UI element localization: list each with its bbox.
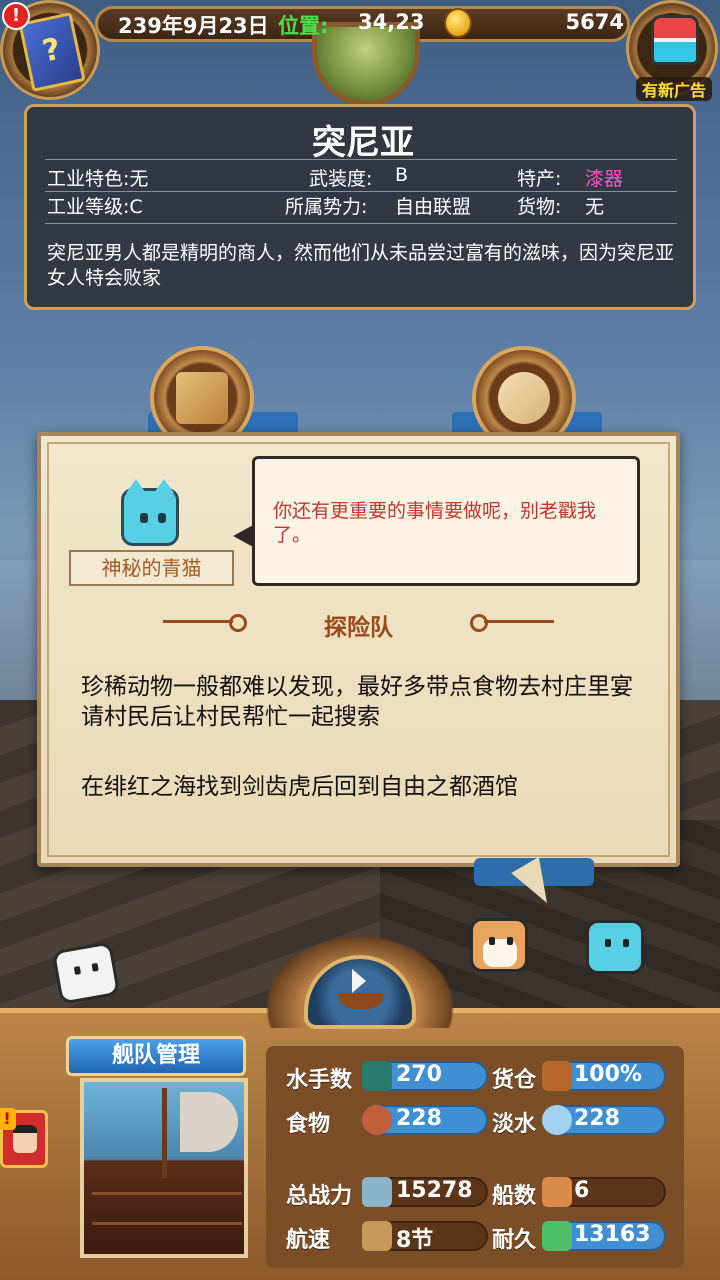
- pet-eye: [91, 962, 99, 972]
- divider: [45, 159, 677, 160]
- industry-level-value: C: [129, 196, 143, 218]
- cargo-crate-icon: [542, 1061, 572, 1091]
- specialty-label: 特产:: [517, 168, 562, 190]
- position-value: 34,23: [358, 10, 425, 34]
- blue-cat-pet[interactable]: [586, 920, 644, 974]
- speed-value: 8节: [396, 1228, 434, 1253]
- scroll-icon: [498, 372, 550, 424]
- speech-text: 你还有更重要的事情要做呢，别老戳我了。: [273, 500, 597, 546]
- food-value: 228: [396, 1106, 442, 1131]
- industry-feature-value: 无: [129, 168, 149, 190]
- industry-level: 工业等级:C: [47, 192, 143, 219]
- city-info-panel: 突尼亚 工业特色:无 武装度: B 特产: 漆器 工业等级:C 所属势力: 自由…: [24, 104, 696, 310]
- ship-count-icon: [542, 1177, 572, 1207]
- alert-icon: !: [2, 2, 30, 30]
- captain-face-icon: [13, 1125, 37, 1153]
- book-icon: ?: [18, 12, 86, 92]
- mission-title: 探险队: [324, 615, 393, 641]
- water-jug-icon: [542, 1105, 572, 1135]
- cat-eye: [158, 513, 166, 523]
- white-pet[interactable]: [51, 941, 121, 1005]
- faction-value: 自由联盟: [395, 196, 472, 218]
- pet-eye: [605, 939, 611, 947]
- sailboat-speed-icon: [362, 1221, 392, 1251]
- combat-power-value: 15278: [396, 1178, 473, 1203]
- mission-objective: 在绯红之海找到剑齿虎后回到自由之都酒馆: [81, 774, 518, 800]
- industry-level-label: 工业等级:: [47, 196, 130, 218]
- ship-count-value: 6: [574, 1178, 590, 1203]
- pet-eye: [623, 939, 629, 947]
- title-flourish-right: [470, 614, 554, 632]
- boat-icon: [338, 993, 384, 1009]
- fleet-management-title[interactable]: 舰队管理: [66, 1036, 246, 1076]
- water-value: 228: [574, 1106, 620, 1131]
- sailor-icon: [362, 1061, 392, 1091]
- goods-label: 货物:: [517, 196, 562, 218]
- fleet-ship-image[interactable]: [80, 1078, 248, 1258]
- cargo-label: 货仓: [492, 1068, 537, 1093]
- ship-count-label: 船数: [492, 1184, 537, 1209]
- shiba-dog-pet[interactable]: [470, 918, 528, 972]
- position-label: 位置:: [278, 14, 329, 38]
- city-description: 突尼亚男人都是精明的商人，然而他们从未品尝过富有的滋味，因为突尼亚女人特会败家: [47, 242, 675, 289]
- combat-power-label: 总战力: [286, 1184, 353, 1209]
- sailors-label: 水手数: [286, 1068, 353, 1093]
- industry-feature-label: 工业特色:: [47, 168, 130, 190]
- speed-label: 航速: [286, 1228, 331, 1253]
- speech-bubble: 你还有更重要的事情要做呢，别老戳我了。: [252, 456, 640, 586]
- ad-label[interactable]: 有新广告: [636, 77, 712, 101]
- pet-eye: [507, 937, 513, 945]
- food-label: 食物: [286, 1112, 331, 1137]
- cat-eye: [140, 513, 148, 523]
- divider: [45, 223, 677, 224]
- mission-hint: 珍稀动物一般都难以发现，最好多带点食物去村庄里宴请村民后让村民帮忙一起搜索: [81, 674, 633, 730]
- npc-dialog[interactable]: 神秘的青猫 你还有更重要的事情要做呢，别老戳我了。 探险队 珍稀动物一般都难以发…: [37, 432, 680, 867]
- industry-feature: 工业特色:无: [47, 164, 148, 191]
- pet-eye: [73, 965, 82, 975]
- anchor-durability-icon: [542, 1221, 572, 1251]
- pet-eye: [489, 937, 495, 945]
- gold-coin-icon: [444, 8, 472, 38]
- water-label: 淡水: [492, 1112, 537, 1137]
- ship-sail: [180, 1092, 238, 1152]
- deck-line: [92, 1222, 242, 1225]
- game-date: 239年9月23日: [118, 14, 269, 38]
- gold-amount: 5674: [565, 10, 624, 34]
- treasure-chest-icon: [651, 15, 699, 65]
- ship-mast: [162, 1088, 167, 1178]
- armament-label: 武装度:: [309, 168, 373, 190]
- goods-value: 无: [585, 196, 605, 218]
- sail-icon: [352, 969, 366, 993]
- crossed-swords-icon: [362, 1177, 392, 1207]
- durability-value: 13163: [574, 1222, 651, 1247]
- city-name: 突尼亚: [312, 123, 414, 163]
- specialty-value: 漆器: [585, 168, 624, 190]
- dock-icon: [176, 372, 228, 424]
- cargo-value: 100%: [574, 1062, 642, 1087]
- meat-icon: [362, 1105, 392, 1135]
- durability-label: 耐久: [492, 1228, 537, 1253]
- armament: 武装度:: [309, 164, 372, 191]
- armament-value: B: [395, 164, 409, 186]
- sailors-value: 270: [396, 1062, 442, 1087]
- faction-label: 所属势力:: [285, 196, 368, 218]
- blue-cat-avatar: [121, 479, 179, 546]
- captain-alert-icon: !: [0, 1108, 16, 1130]
- deck-line: [92, 1192, 242, 1195]
- speaker-name: 神秘的青猫: [69, 550, 234, 586]
